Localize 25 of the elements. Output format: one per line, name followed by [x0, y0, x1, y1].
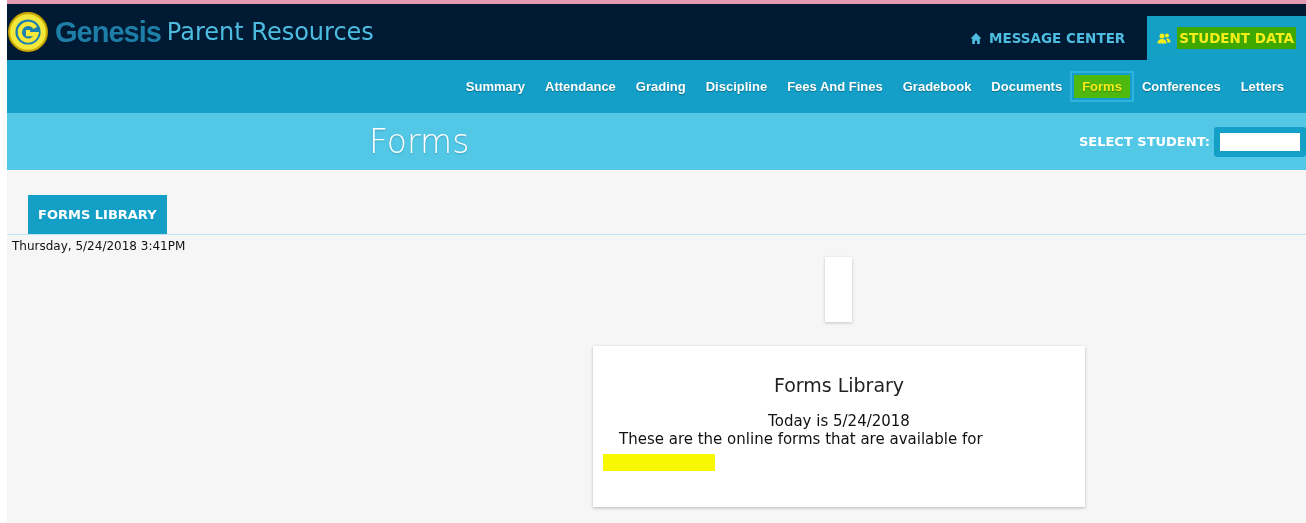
timestamp: Thursday, 5/24/2018 3:41PM	[11, 238, 187, 255]
logo-word: Genesis	[55, 15, 161, 49]
student-select[interactable]	[1214, 126, 1306, 157]
nav-tab[interactable]: Conferences	[1133, 75, 1229, 98]
nav-tab[interactable]: Attendance	[537, 75, 624, 98]
header-link[interactable]: MESSAGE CENTER	[959, 16, 1136, 60]
nav-tab[interactable]: Summary	[457, 75, 534, 98]
people-icon	[1157, 31, 1172, 45]
forms-library-tab[interactable]: FORMS LIBRARY	[28, 195, 167, 234]
nav-tab[interactable]: Letters	[1232, 75, 1292, 98]
nav-tab[interactable]: Grading	[627, 75, 694, 98]
nav-tab[interactable]: Documents	[983, 75, 1071, 98]
nav-tab[interactable]: Gradebook	[894, 75, 980, 98]
logo-icon	[7, 11, 49, 53]
nav-tab[interactable]: Discipline	[697, 75, 776, 98]
header-link[interactable]: STUDENT DATA	[1147, 16, 1306, 60]
small-panel	[825, 257, 852, 322]
page-title: Forms	[369, 122, 470, 161]
card-title: Forms Library	[773, 374, 905, 396]
nav-tab[interactable]: Fees And Fines	[779, 75, 891, 98]
today-text: Today is 5/24/2018	[768, 412, 910, 430]
select-student-label: SELECT STUDENT:	[1078, 134, 1210, 149]
description-text: These are the online forms that are available for	[619, 430, 983, 448]
app-title: Parent Resources	[166, 18, 374, 46]
home-icon	[969, 31, 984, 45]
